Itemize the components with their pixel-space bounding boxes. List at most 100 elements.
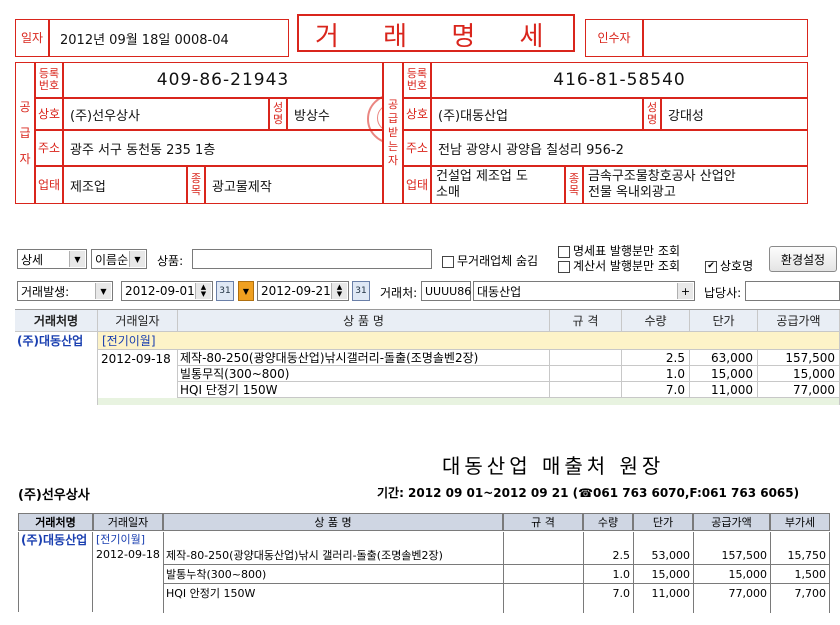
col-header-qty[interactable]: 수량 [622,310,690,332]
buyer-reg-label: 등록번호 [403,62,431,98]
client-code-input[interactable]: UUUU86 [421,281,471,301]
date-cell[interactable]: 2012-09-18 [98,350,178,405]
date-from-input[interactable]: 2012-09-01 ▲ ▼ [121,281,213,301]
row-divider [163,564,830,565]
chevron-down-icon: ▼ [129,251,145,267]
date-value: 2012년 09월 18일 0008-04 [49,19,289,57]
calendar-icon[interactable]: 31 [216,281,234,301]
col-header-price[interactable]: 단가 [690,310,758,332]
date-label: 일자 [15,19,49,57]
hide-inactive-checkbox[interactable]: 무거래업체 숨김 [442,252,538,269]
price-cell: 63,000 [690,350,758,366]
buyer-rep-label: 성명 [643,98,661,130]
table-row-product[interactable]: 제작-80-250(광양대동산업)낚시갤러리-돌출(조명솔벤2장) [178,350,550,366]
chevron-down-icon: ▼ [69,251,85,267]
report-title: 대동산업 매출처 원장 [442,454,665,478]
report-qty-cell: 1.0 [612,567,631,581]
report-vat-cell: 1,500 [794,567,827,581]
supplier-name: (주)선우상사 [63,98,269,130]
buyer-biz-label: 업태 [403,166,431,204]
settings-button[interactable]: 환경설정 [769,246,837,272]
report-vat-cell: 7,700 [794,586,827,600]
calendar-icon[interactable]: 31 [352,281,370,301]
supplier-addr-label: 주소 [35,130,63,166]
buyer-item: 금속구조물창호공사 산업안 전물 옥내외광고 [583,166,808,204]
client-cell[interactable]: (주)대동산업 [15,332,98,405]
report-row-product: 제작-80-250(광양대동산업)낚시 갤러리-돌출(조명솔벤2장) [166,549,443,562]
report-client-cell: (주)대동산업 [18,532,93,612]
qty-cell: 1.0 [622,366,690,382]
date-range-dropdown-icon[interactable]: ▼ [238,281,254,301]
supply-cell: 15,000 [758,366,840,382]
col-header-supply[interactable]: 공급가액 [758,310,840,332]
filter-checkbox-group: 명세표 발행분만 조회 계산서 발행분만 조회 [558,244,680,274]
supplier-rep-label: 성명 [269,98,287,130]
report-vat-cell: 15,750 [787,548,827,562]
buyer-rep: 강대성 [661,98,808,130]
date-to-input[interactable]: 2012-09-21 ▲ ▼ [257,281,349,301]
receiver-value [643,19,808,57]
buyer-business: 건설업 제조업 도 소매 [431,166,565,204]
qty-cell: 7.0 [622,382,690,398]
hide-inactive-label: 무거래업체 숨김 [457,254,539,268]
col-header-product[interactable]: 상 품 명 [178,310,550,332]
table-row-product[interactable]: HQI 단정기 150W [178,382,550,398]
report-col-supply: 공급가액 [693,513,770,531]
invoice: 일자 2012년 09월 18일 0008-04 거 래 명 세 표 인수자 공… [15,14,808,204]
ledger-grid: 거래처명 거래일자 상 품 명 규 격 수량 단가 공급가액 (주)대동산업 [… [15,309,840,405]
checkbox-box [558,260,570,273]
buyer-side-label: 공급받는자 [383,62,403,204]
report-col-price: 단가 [633,513,693,531]
spin-icon[interactable]: ▲ ▼ [331,283,347,299]
supplier-address: 광주 서구 동천동 235 1층 [63,130,383,166]
only-invoice-checkbox[interactable]: 계산서 발행분만 조회 [558,259,680,274]
report-supply-cell: 77,000 [728,586,768,600]
report-date-cell: 2012-09-18 [96,547,160,561]
supplier-side-label: 공급자 [15,62,35,204]
row-divider [163,583,830,584]
payer-input[interactable] [745,281,840,301]
col-header-date[interactable]: 거래일자 [98,310,178,332]
col-header-spec[interactable]: 규 격 [550,310,622,332]
spec-cell [550,382,622,398]
table-row-product[interactable]: 빌통무직(300~800) [178,366,550,382]
supplier-biz-label: 업태 [35,166,63,204]
buyer-reg-no: 416-81-58540 [431,62,808,98]
report-col-spec: 규 격 [503,513,583,531]
report-row-product: 발통누착(300~800) [166,568,267,581]
report-qty-cell: 7.0 [612,586,631,600]
report-company: (주)선우상사 [18,488,90,503]
supplier-item-label: 종목 [187,166,205,204]
qty-cell: 2.5 [622,350,690,366]
company-name-checkbox[interactable]: ✔ 상호명 [705,257,753,274]
report-col-date: 거래일자 [93,513,163,531]
only-statement-checkbox[interactable]: 명세표 발행분만 조회 [558,244,680,259]
report-supply-cell: 157,500 [721,548,768,562]
supplier-reg-label: 등록번호 [35,62,63,98]
spin-icon[interactable]: ▲ ▼ [195,283,211,299]
spec-cell [550,350,622,366]
report-col-vat: 부가세 [770,513,830,531]
price-cell: 15,000 [690,366,758,382]
report-price-cell: 15,000 [651,567,691,581]
payer-label: 납당사: [704,286,742,300]
divider [163,532,164,613]
client-name-select[interactable]: 대동산업 + [473,281,695,301]
chevron-down-icon: ▼ [95,283,111,299]
subtotal-row [98,398,840,405]
col-header-client[interactable]: 거래처명 [15,310,98,332]
view-mode-select[interactable]: 상세 ▼ [17,249,87,269]
report-supply-cell: 15,000 [728,567,768,581]
product-label: 상품: [157,254,184,268]
carry-over-row[interactable]: [전기이월] [98,332,840,350]
sort-mode-select[interactable]: 이름순 ▼ [91,249,147,269]
report-price-cell: 53,000 [651,548,691,562]
checkbox-box [558,245,570,258]
report-col-qty: 수량 [583,513,633,531]
buyer-item-label: 종목 [565,166,583,204]
company-name-label: 상호명 [720,259,754,273]
report-row-product: HQI 안정기 150W [166,587,256,600]
divider [503,532,504,613]
date-type-select[interactable]: 거래발생: ▼ [17,281,113,301]
product-input[interactable] [192,249,432,269]
